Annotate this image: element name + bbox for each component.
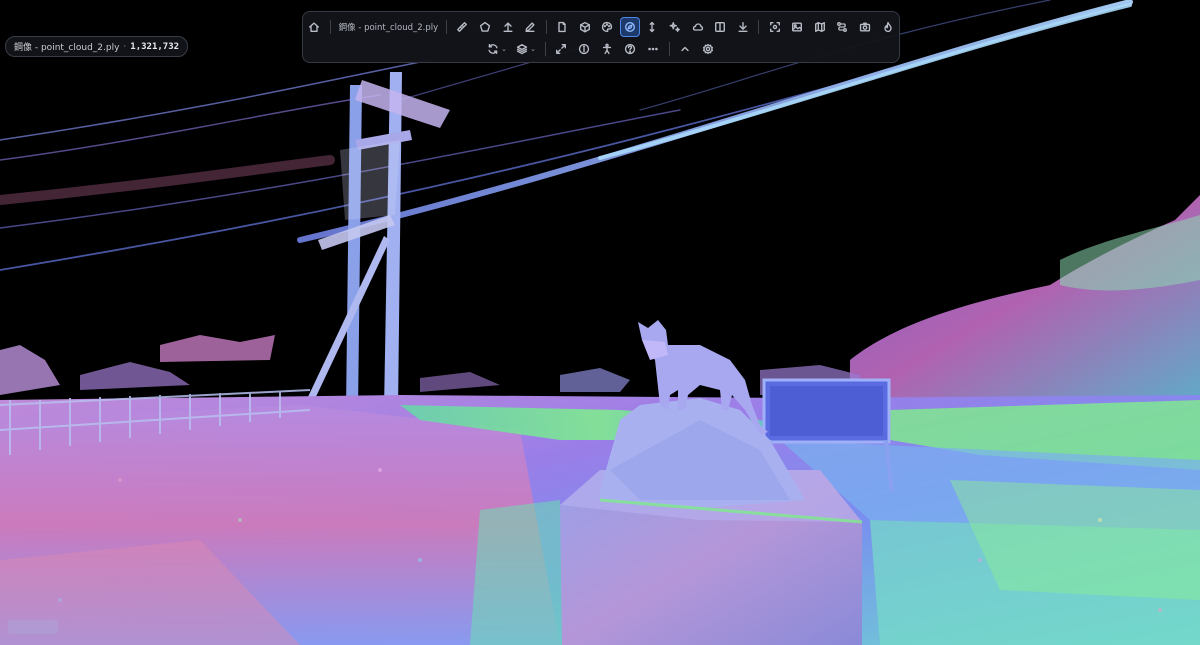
map-icon: [814, 22, 825, 32]
info-icon: [578, 43, 590, 55]
help-icon: [624, 43, 636, 55]
file-label: 鋼像 - point_cloud_2.ply: [14, 43, 120, 53]
point-count: 1,321,732: [130, 41, 180, 52]
upload-icon: [503, 22, 513, 32]
download-button[interactable]: [733, 17, 753, 37]
focus-icon: [769, 22, 780, 32]
toolbar-row-secondary: ⌄ ⌄: [303, 38, 899, 60]
layers-button[interactable]: ⌄: [513, 39, 539, 59]
focus-button[interactable]: [765, 17, 785, 37]
home-icon: [309, 22, 320, 32]
toolbar-divider: [544, 42, 546, 56]
color-button[interactable]: [597, 17, 617, 37]
toolbar-divider: [668, 42, 670, 56]
cube-view-button[interactable]: [575, 17, 595, 37]
more-button[interactable]: [643, 39, 663, 59]
polygon-tool-button[interactable]: [475, 17, 495, 37]
camera-button[interactable]: [855, 17, 875, 37]
compass-icon: [624, 22, 635, 32]
toolbar-row-primary: 鋼像 - point_cloud_2.ply: [303, 16, 899, 38]
camera-icon: [859, 22, 871, 32]
file-icon: [558, 21, 566, 33]
point-cloud-viewport[interactable]: 鋼像 - point_cloud_2.ply · 1,321,732 鋼像 - …: [0, 0, 1200, 645]
pencil-icon: [525, 22, 535, 32]
route-icon: [837, 22, 848, 32]
effects-button[interactable]: [665, 17, 685, 37]
measure-distance-button[interactable]: [453, 17, 473, 37]
cloud-button[interactable]: [688, 17, 708, 37]
corner-chip[interactable]: [8, 620, 58, 634]
image-button[interactable]: [787, 17, 807, 37]
help-button[interactable]: [620, 39, 640, 59]
badge-separator: ·: [123, 41, 127, 52]
upload-button[interactable]: [498, 17, 518, 37]
person-icon: [602, 43, 612, 55]
document-button[interactable]: [552, 17, 572, 37]
toolbar-divider: [545, 20, 547, 34]
route-button[interactable]: [833, 17, 853, 37]
rotate-icon: [488, 44, 498, 54]
walk-mode-button[interactable]: [597, 39, 617, 59]
toolbar-divider: [329, 20, 331, 34]
layers-icon: [516, 44, 528, 55]
split-view-icon: [715, 22, 726, 32]
chevron-up-icon: [681, 46, 689, 52]
rotate-mode-button[interactable]: ⌄: [484, 39, 510, 59]
settings-icon: [702, 43, 714, 55]
flame-icon: [884, 21, 892, 33]
image-icon: [792, 22, 803, 32]
vertical-arrows-icon: [650, 21, 655, 33]
fullscreen-button[interactable]: [551, 39, 571, 59]
info-button[interactable]: [574, 39, 594, 59]
settings-button[interactable]: [698, 39, 718, 59]
ruler-icon: [457, 22, 468, 32]
palette-icon: [602, 21, 613, 33]
split-view-button[interactable]: [711, 17, 731, 37]
chevron-down-icon: ⌄: [501, 45, 507, 53]
navigation-button[interactable]: [620, 17, 640, 37]
heatmap-button[interactable]: [878, 17, 898, 37]
home-button[interactable]: [304, 17, 324, 37]
height-button[interactable]: [643, 17, 663, 37]
collapse-toolbar-button[interactable]: [675, 39, 695, 59]
file-info-badge: 鋼像 - point_cloud_2.ply · 1,321,732: [5, 36, 189, 57]
main-toolbar: 鋼像 - point_cloud_2.ply ⌄ ⌄: [302, 11, 900, 63]
toolbar-file-label: 鋼像 - point_cloud_2.ply: [338, 23, 439, 33]
toolbar-divider: [446, 20, 448, 34]
map-button[interactable]: [810, 17, 830, 37]
cube-icon: [579, 21, 590, 33]
expand-icon: [556, 44, 566, 54]
chevron-down-icon: ⌄: [530, 45, 536, 53]
sparkles-icon: [669, 22, 681, 32]
toolbar-divider: [758, 20, 760, 34]
annotate-button[interactable]: [521, 17, 541, 37]
cloud-icon: [692, 23, 703, 31]
point-cloud-render[interactable]: [0, 0, 1200, 645]
pentagon-icon: [479, 21, 491, 32]
download-icon: [738, 22, 748, 32]
more-icon: [648, 47, 658, 51]
